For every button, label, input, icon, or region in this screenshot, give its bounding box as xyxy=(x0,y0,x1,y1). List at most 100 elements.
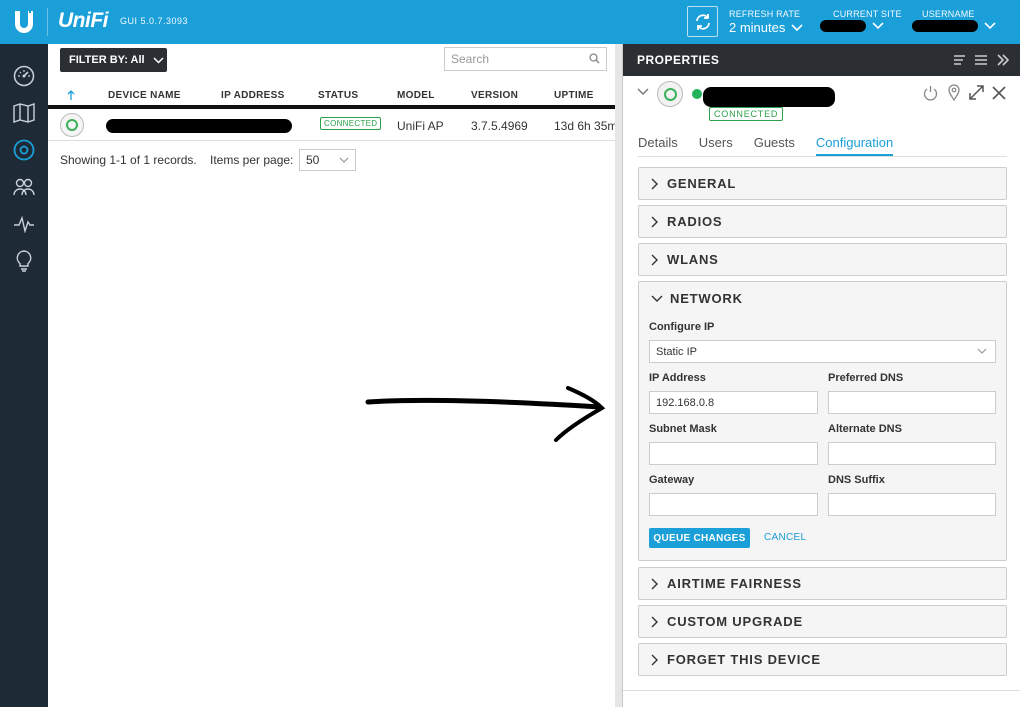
sidebar-item-devices[interactable] xyxy=(12,138,36,162)
top-bar: UniFi GUI 5.0.7.3093 REFRESH RATE 2 minu… xyxy=(0,0,1020,44)
section-network-header[interactable]: NETWORK xyxy=(651,291,743,306)
tab-configuration[interactable]: Configuration xyxy=(815,135,894,156)
queue-changes-button[interactable]: QUEUE CHANGES xyxy=(649,528,750,548)
configure-ip-select[interactable]: Static IP xyxy=(649,340,996,363)
sidebar xyxy=(0,44,48,707)
items-per-page-select[interactable]: 50 xyxy=(299,149,356,171)
refresh-rate-value: 2 minutes xyxy=(729,20,786,35)
chevron-down-icon xyxy=(153,56,164,64)
username-select[interactable] xyxy=(912,20,996,32)
search-icon xyxy=(589,53,600,64)
ip-address-field[interactable]: 192.168.0.8 xyxy=(649,391,818,414)
column-model[interactable]: MODEL xyxy=(397,90,435,101)
items-per-page-label: Items per page: xyxy=(210,153,294,167)
chevron-right-icon xyxy=(651,216,658,227)
access-point-icon xyxy=(60,113,84,137)
gateway-field[interactable] xyxy=(649,493,818,516)
refresh-rate-label: REFRESH RATE xyxy=(729,9,801,19)
sidebar-item-insights[interactable] xyxy=(12,249,36,273)
gateway-label: Gateway xyxy=(649,474,695,486)
filter-by-label: FILTER BY: All xyxy=(69,54,145,66)
sidebar-item-clients[interactable] xyxy=(12,175,36,199)
section-custom-upgrade-title: CUSTOM UPGRADE xyxy=(667,614,803,629)
device-icon xyxy=(657,81,683,107)
cell-uptime: 13d 6h 35m 5 xyxy=(554,119,615,133)
subnet-mask-label: Subnet Mask xyxy=(649,423,717,435)
tab-users[interactable]: Users xyxy=(699,135,733,156)
current-site-select[interactable] xyxy=(820,20,884,32)
refresh-rate-select[interactable]: 2 minutes xyxy=(729,20,803,35)
expand-icon[interactable] xyxy=(969,85,984,100)
sort-ascending-icon[interactable] xyxy=(67,90,75,100)
redacted-site-name xyxy=(820,20,866,32)
username-label: USERNAME xyxy=(922,9,975,19)
table-row[interactable]: CONNECTED UniFi AP 3.7.5.4969 13d 6h 35m… xyxy=(48,109,615,141)
chevron-down-icon xyxy=(977,348,987,354)
cancel-button[interactable]: CANCEL xyxy=(764,532,806,543)
map-icon xyxy=(13,103,35,123)
section-wlans[interactable]: WLANS xyxy=(638,243,1007,276)
chevron-right-icon xyxy=(651,578,658,589)
column-device-name[interactable]: DEVICE NAME xyxy=(108,90,181,101)
refresh-icon xyxy=(695,13,710,30)
redacted-username xyxy=(912,20,978,32)
status-dot xyxy=(692,89,702,99)
section-general[interactable]: GENERAL xyxy=(638,167,1007,200)
list-view-icon[interactable] xyxy=(952,53,966,67)
refresh-button[interactable] xyxy=(687,6,718,37)
chevron-down-icon[interactable] xyxy=(637,88,649,96)
panel-resize-handle[interactable] xyxy=(615,44,622,707)
annotation-arrow xyxy=(365,386,606,442)
chevron-right-icon xyxy=(651,178,658,189)
locate-icon[interactable] xyxy=(948,84,960,101)
section-custom-upgrade[interactable]: CUSTOM UPGRADE xyxy=(638,605,1007,638)
column-status[interactable]: STATUS xyxy=(318,90,358,101)
sidebar-item-map[interactable] xyxy=(12,101,36,125)
alternate-dns-field[interactable] xyxy=(828,442,996,465)
configure-ip-value: Static IP xyxy=(656,345,697,358)
sidebar-item-dashboard[interactable] xyxy=(12,64,36,88)
close-icon[interactable] xyxy=(992,86,1006,100)
cell-model: UniFi AP xyxy=(397,119,444,133)
section-general-title: GENERAL xyxy=(667,176,737,191)
tabs-divider xyxy=(638,156,1007,157)
properties-header: PROPERTIES xyxy=(623,44,1020,76)
ubiquiti-logo[interactable] xyxy=(0,0,48,44)
preferred-dns-label: Preferred DNS xyxy=(828,372,904,384)
devices-view: FILTER BY: All Search DEVICE NAME IP ADD… xyxy=(48,44,615,707)
section-forget-device[interactable]: FORGET THIS DEVICE xyxy=(638,643,1007,676)
chevron-down-icon xyxy=(651,295,663,302)
section-airtime-fairness[interactable]: AIRTIME FAIRNESS xyxy=(638,567,1007,600)
dns-suffix-field[interactable] xyxy=(828,493,996,516)
column-uptime[interactable]: UPTIME xyxy=(554,90,594,101)
subnet-mask-field[interactable] xyxy=(649,442,818,465)
tab-details[interactable]: Details xyxy=(638,135,678,156)
chevron-down-icon xyxy=(872,22,884,30)
preferred-dns-field[interactable] xyxy=(828,391,996,414)
menu-icon[interactable] xyxy=(974,53,988,67)
ubiquiti-logo-icon xyxy=(15,11,33,33)
restart-icon[interactable] xyxy=(923,85,938,101)
logo-divider xyxy=(47,8,48,36)
clients-icon xyxy=(13,178,35,196)
section-network-title: NETWORK xyxy=(670,291,743,306)
chevron-down-icon xyxy=(791,23,803,31)
property-tabs: Details Users Guests Configuration xyxy=(638,135,914,156)
alternate-dns-label: Alternate DNS xyxy=(828,423,902,435)
section-radios[interactable]: RADIOS xyxy=(638,205,1007,238)
redacted-device-title xyxy=(703,87,835,107)
chevron-down-icon xyxy=(984,22,996,30)
chevron-down-icon xyxy=(339,157,349,163)
section-network: NETWORK Configure IP Static IP IP Addres… xyxy=(638,281,1007,561)
filter-by-button[interactable]: FILTER BY: All xyxy=(60,48,167,72)
chevron-right-icon xyxy=(651,654,658,665)
column-version[interactable]: VERSION xyxy=(471,90,518,101)
column-ip-address[interactable]: IP ADDRESS xyxy=(221,90,285,101)
search-placeholder: Search xyxy=(451,52,490,66)
sidebar-item-statistics[interactable] xyxy=(12,212,36,236)
section-airtime-title: AIRTIME FAIRNESS xyxy=(667,576,802,591)
status-badge: CONNECTED xyxy=(709,107,784,121)
search-input[interactable]: Search xyxy=(444,47,607,71)
collapse-panel-icon[interactable] xyxy=(996,53,1010,67)
tab-guests[interactable]: Guests xyxy=(754,135,795,156)
